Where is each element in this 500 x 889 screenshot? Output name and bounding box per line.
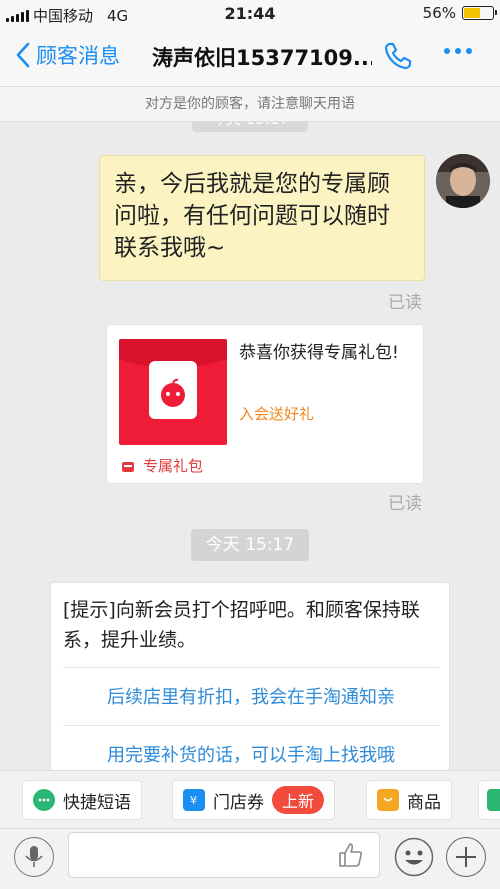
chat-area[interactable]: 今天 15:17 亲，今后我就是您的专属顾问啦，有任何问题可以随时联系我哦~ 已…: [0, 122, 500, 770]
store-coupon-label: 门店券: [213, 792, 264, 813]
more-button[interactable]: [440, 44, 476, 58]
battery-icon: [462, 6, 497, 20]
status-right: 56%: [422, 4, 497, 22]
plus-button[interactable]: [446, 837, 486, 877]
read-status: 已读: [388, 494, 422, 514]
store-coupon-button[interactable]: ¥ 门店券 上新: [172, 780, 336, 820]
message-bubble[interactable]: 亲，今后我就是您的专属顾问啦，有任何问题可以随时联系我哦~: [99, 155, 425, 281]
read-status: 已读: [388, 293, 422, 313]
phone-icon: [384, 42, 412, 70]
chat-bubble-icon: [33, 789, 55, 811]
gift-footer: 专属礼包: [121, 455, 203, 476]
gift-card[interactable]: 恭喜你获得专属礼包! 入会送好礼 专属礼包: [106, 324, 424, 484]
suggested-reply[interactable]: 后续店里有折扣，我会在手淘通知亲: [51, 683, 451, 709]
avatar[interactable]: [436, 154, 490, 208]
list-icon: [487, 789, 500, 811]
timestamp: 今天 15:17: [191, 529, 309, 561]
nav-bar: 顾客消息 涛声依旧15377109...: [0, 28, 500, 86]
input-bar: [0, 828, 500, 889]
more-quick-button[interactable]: [478, 780, 500, 820]
page-title: 涛声依旧15377109...: [152, 46, 372, 70]
avatar-face-icon: [436, 154, 490, 208]
suggested-reply[interactable]: 用完要补货的话，可以手淘上找我哦: [51, 741, 451, 767]
gift-footer-label: 专属礼包: [143, 457, 204, 475]
tip-text: [提示]向新会员打个招呼吧。和顾客保持联系，提升业绩。: [63, 599, 420, 651]
status-bar: 中国移动 4G 21:44 56%: [0, 0, 500, 28]
tip-card: [提示]向新会员打个招呼吧。和顾客保持联系，提升业绩。 后续店里有折扣，我会在手…: [50, 582, 450, 770]
gift-title: 恭喜你获得专属礼包!: [239, 343, 399, 363]
back-button[interactable]: 顾客消息: [16, 40, 120, 70]
coupon-icon: ¥: [183, 789, 205, 811]
goods-label: 商品: [407, 792, 441, 813]
chat-notice: 对方是你的顾客，请注意聊天用语: [0, 86, 500, 122]
new-badge: 上新: [272, 786, 325, 814]
phone-button[interactable]: [382, 40, 414, 76]
like-button[interactable]: [336, 841, 364, 873]
goods-button[interactable]: 商品: [366, 780, 452, 820]
smiley-icon: [394, 837, 434, 877]
emoji-button[interactable]: [394, 837, 434, 877]
dot-icon: [466, 48, 472, 54]
voice-button[interactable]: [14, 837, 54, 877]
back-label: 顾客消息: [36, 44, 120, 68]
dot-icon: [455, 48, 461, 54]
chevron-left-icon: [16, 42, 30, 68]
dot-icon: [444, 48, 450, 54]
gift-subtitle: 入会送好礼: [239, 405, 315, 423]
timestamp-clipped: 今天 15:17: [192, 122, 308, 132]
quick-sms-label: 快捷短语: [63, 792, 131, 813]
shopping-bag-icon: [377, 789, 399, 811]
gift-image: [119, 339, 227, 445]
red-envelope-icon: [119, 339, 227, 419]
message-input[interactable]: [68, 832, 380, 878]
quick-sms-button[interactable]: 快捷短语: [22, 780, 142, 820]
divider: [63, 725, 439, 726]
battery-percent: 56%: [422, 4, 456, 22]
gift-box-icon: [122, 461, 134, 472]
microphone-icon: [25, 846, 43, 867]
svg-text:¥: ¥: [190, 794, 197, 807]
divider: [63, 667, 439, 668]
thumbs-up-icon: [339, 843, 363, 867]
quick-action-bar: 快捷短语 ¥ 门店券 上新 商品: [0, 770, 500, 828]
